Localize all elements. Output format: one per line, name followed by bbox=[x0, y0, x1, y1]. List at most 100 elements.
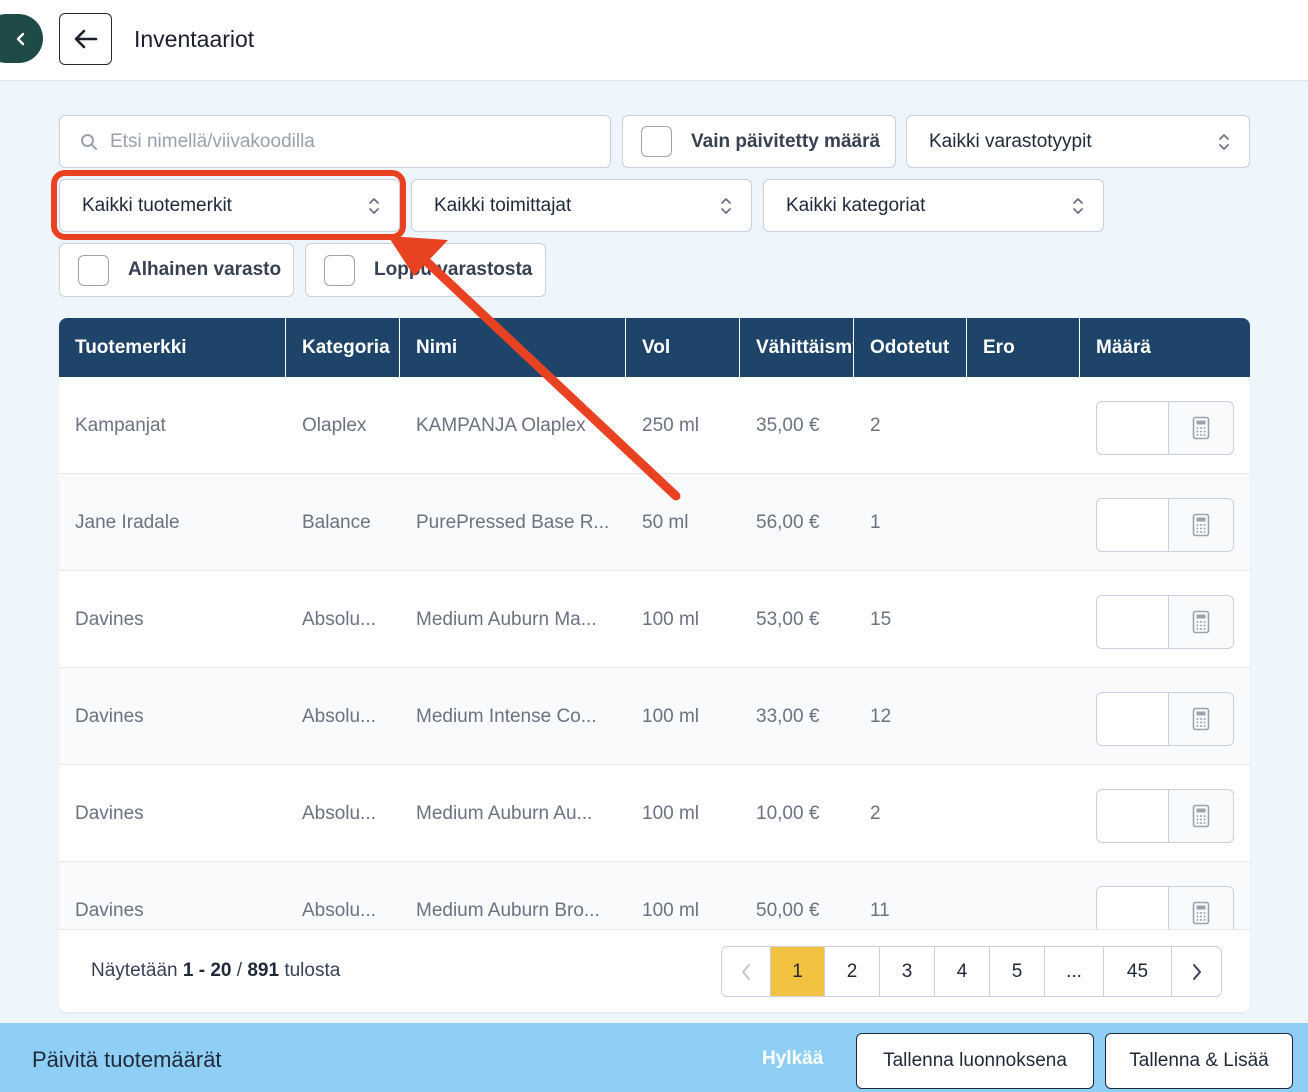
table-row: Davines Absolu... Medium Auburn Au... 10… bbox=[59, 765, 1250, 862]
quantity-field bbox=[1096, 886, 1234, 929]
cell-price: 50,00 € bbox=[756, 899, 820, 921]
chevron-left-icon bbox=[16, 32, 24, 45]
column-header-vol[interactable]: Vol bbox=[626, 318, 740, 377]
search-input[interactable] bbox=[110, 130, 570, 153]
only-updated-filter[interactable]: Vain päivitetty määrä bbox=[622, 115, 896, 168]
cell-expected: 11 bbox=[870, 899, 890, 921]
save-draft-button[interactable]: Tallenna luonnoksena bbox=[856, 1033, 1094, 1089]
calculator-button[interactable] bbox=[1169, 887, 1233, 929]
quantity-input[interactable] bbox=[1097, 499, 1169, 551]
quantity-input[interactable] bbox=[1097, 790, 1169, 842]
next-page-button[interactable] bbox=[1172, 947, 1221, 996]
cell-expected: 12 bbox=[870, 705, 892, 727]
quantity-field bbox=[1096, 595, 1234, 649]
prev-page-button[interactable] bbox=[722, 947, 771, 996]
column-header-category[interactable]: Kategoria bbox=[286, 318, 400, 377]
results-range: 1 - 20 bbox=[182, 960, 232, 981]
cell-expected: 2 bbox=[870, 802, 881, 824]
search-field[interactable] bbox=[59, 115, 611, 168]
cell-vol: 50 ml bbox=[642, 511, 689, 533]
cell-vol: 100 ml bbox=[642, 899, 700, 921]
page-1-button[interactable]: 1 bbox=[771, 947, 825, 996]
page-4-button[interactable]: 4 bbox=[935, 947, 990, 996]
cell-brand: Davines bbox=[75, 899, 144, 921]
page-last-button[interactable]: 45 bbox=[1104, 947, 1172, 996]
sidebar-collapse-button[interactable] bbox=[0, 14, 43, 63]
calculator-button[interactable] bbox=[1169, 499, 1233, 551]
save-and-add-button[interactable]: Tallenna & Lisää bbox=[1105, 1033, 1293, 1089]
cell-name: Medium Intense Co... bbox=[416, 705, 597, 727]
cell-brand: Davines bbox=[75, 705, 144, 727]
search-icon bbox=[81, 133, 97, 150]
only-updated-label: Vain päivitetty määrä bbox=[691, 130, 881, 152]
results-summary: Näytetään 1 - 20 / 891 tulosta bbox=[91, 960, 340, 982]
calculator-icon bbox=[1192, 513, 1210, 537]
category-select[interactable]: Kaikki kategoriat bbox=[763, 179, 1104, 232]
quantity-input[interactable] bbox=[1097, 402, 1169, 454]
cell-category: Balance bbox=[302, 511, 371, 533]
supplier-value: Kaikki toimittajat bbox=[434, 194, 572, 216]
column-header-price[interactable]: Vähittäismyyntihinta bbox=[740, 318, 854, 377]
page-5-button[interactable]: 5 bbox=[990, 947, 1045, 996]
column-header-name[interactable]: Nimi bbox=[400, 318, 626, 377]
calculator-button[interactable] bbox=[1169, 596, 1233, 648]
quantity-input[interactable] bbox=[1097, 693, 1169, 745]
top-bar: Inventaariot bbox=[0, 0, 1308, 81]
quantity-field bbox=[1096, 498, 1234, 552]
quantity-input[interactable] bbox=[1097, 596, 1169, 648]
cell-name: PurePressed Base R... bbox=[416, 511, 610, 533]
arrow-left-icon bbox=[74, 29, 97, 49]
cell-price: 56,00 € bbox=[756, 511, 820, 533]
supplier-select[interactable]: Kaikki toimittajat bbox=[411, 179, 752, 232]
calculator-button[interactable] bbox=[1169, 402, 1233, 454]
category-value: Kaikki kategoriat bbox=[786, 194, 926, 216]
cell-category: Absolu... bbox=[302, 899, 376, 921]
column-header-quantity[interactable]: Määrä bbox=[1080, 318, 1250, 377]
cell-vol: 100 ml bbox=[642, 705, 700, 727]
quantity-input[interactable] bbox=[1097, 887, 1169, 929]
cell-price: 33,00 € bbox=[756, 705, 820, 727]
cell-category: Olaplex bbox=[302, 414, 367, 436]
out-of-stock-checkbox[interactable] bbox=[324, 254, 355, 286]
cell-vol: 250 ml bbox=[642, 414, 700, 436]
bottom-bar-title: Päivitä tuotemäärät bbox=[32, 1047, 222, 1072]
calculator-button[interactable] bbox=[1169, 790, 1233, 842]
results-suffix: tulosta bbox=[279, 960, 341, 981]
cell-name: Medium Auburn Ma... bbox=[416, 608, 597, 630]
cell-brand: Davines bbox=[75, 802, 144, 824]
quantity-field bbox=[1096, 692, 1234, 746]
cell-diff bbox=[967, 377, 1080, 474]
cell-name: Medium Auburn Au... bbox=[416, 802, 593, 824]
cell-price: 53,00 € bbox=[756, 608, 820, 630]
cell-name: KAMPANJA Olaplex bbox=[416, 414, 586, 436]
column-header-diff[interactable]: Ero bbox=[967, 318, 1080, 377]
out-of-stock-filter[interactable]: Loppu varastosta bbox=[305, 243, 546, 297]
table-row: Kampanjat Olaplex KAMPANJA Olaplex 250 m… bbox=[59, 377, 1250, 474]
calculator-icon bbox=[1192, 610, 1210, 634]
cell-diff bbox=[967, 765, 1080, 862]
cell-vol: 100 ml bbox=[642, 608, 700, 630]
quantity-field bbox=[1096, 401, 1234, 455]
chevron-right-icon bbox=[1192, 963, 1201, 980]
storage-type-select[interactable]: Kaikki varastotyypit bbox=[906, 115, 1250, 168]
pagination: 1 2 3 4 5 ... 45 bbox=[721, 946, 1222, 997]
low-stock-filter[interactable]: Alhainen varasto bbox=[59, 243, 294, 297]
only-updated-checkbox[interactable] bbox=[641, 126, 672, 157]
storage-type-value: Kaikki varastotyypit bbox=[929, 130, 1092, 152]
chevron-left-icon bbox=[742, 963, 750, 980]
page-ellipsis: ... bbox=[1045, 947, 1104, 996]
page-2-button[interactable]: 2 bbox=[825, 947, 880, 996]
page-3-button[interactable]: 3 bbox=[880, 947, 935, 996]
bottom-action-bar: Päivitä tuotemäärät Hylkää Tallenna luon… bbox=[0, 1023, 1308, 1092]
reject-button[interactable]: Hylkää bbox=[762, 1048, 823, 1070]
table-body: Kampanjat Olaplex KAMPANJA Olaplex 250 m… bbox=[59, 377, 1250, 929]
back-button[interactable] bbox=[59, 13, 112, 65]
calculator-icon bbox=[1192, 416, 1210, 440]
column-header-brand[interactable]: Tuotemerkki bbox=[59, 318, 286, 377]
low-stock-checkbox[interactable] bbox=[78, 254, 109, 286]
cell-diff bbox=[967, 862, 1080, 929]
calculator-button[interactable] bbox=[1169, 693, 1233, 745]
column-header-expected[interactable]: Odotetut bbox=[854, 318, 967, 377]
cell-name: Medium Auburn Bro... bbox=[416, 899, 600, 921]
cell-brand: Kampanjat bbox=[75, 414, 166, 436]
